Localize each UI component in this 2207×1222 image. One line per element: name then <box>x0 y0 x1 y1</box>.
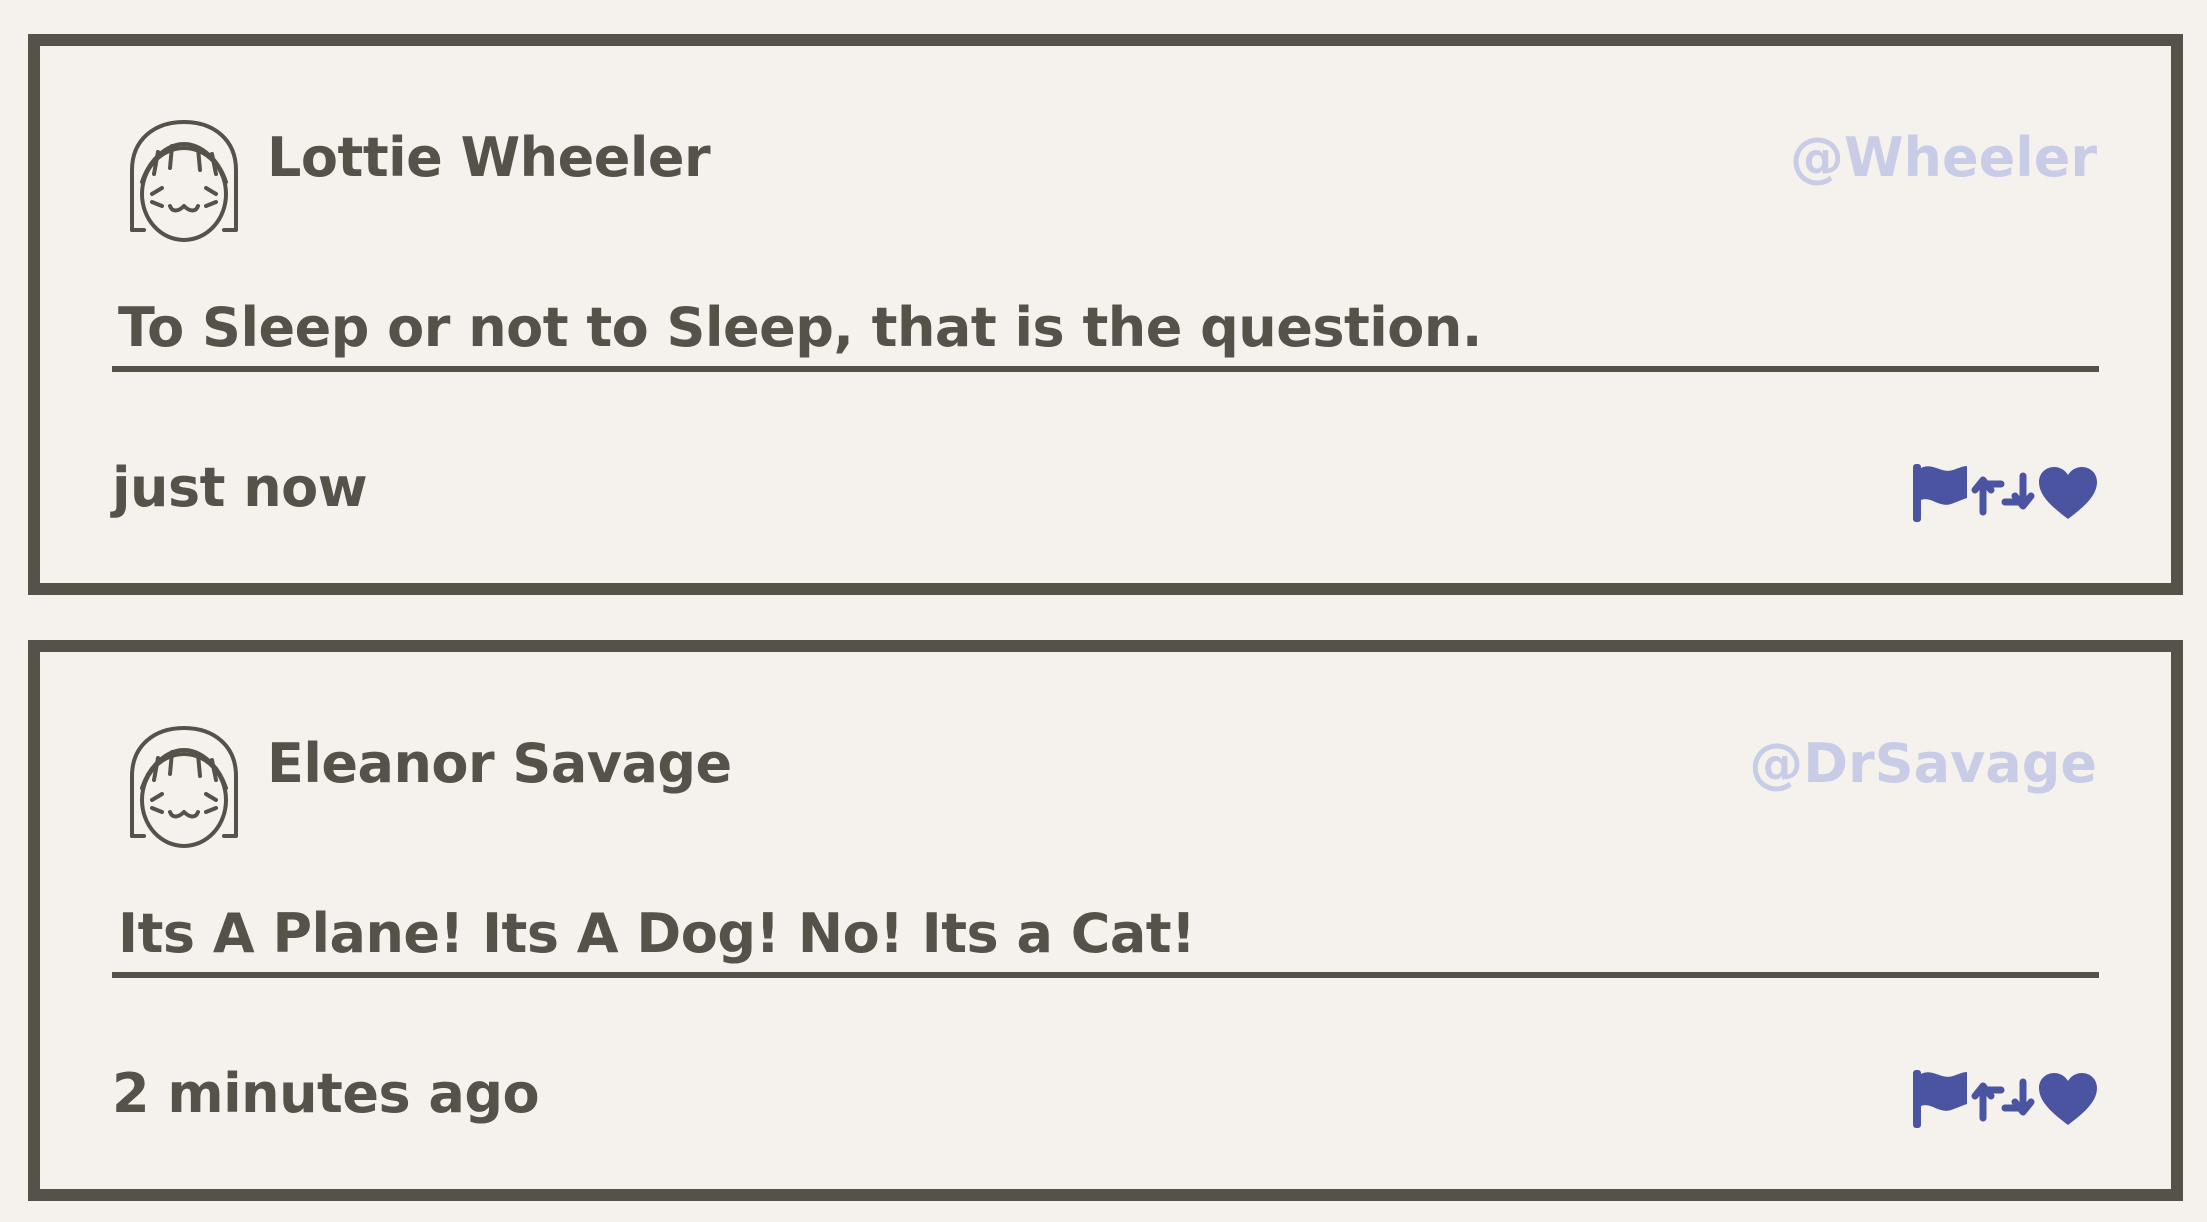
girl-face-icon <box>130 726 238 848</box>
retweet-icon <box>1971 472 2035 516</box>
display-name[interactable]: Eleanor Savage <box>267 732 732 795</box>
like-button[interactable] <box>2037 465 2099 521</box>
tweet-message-text: To Sleep or not to Sleep, that is the qu… <box>118 296 1482 359</box>
avatar[interactable] <box>128 118 240 244</box>
flag-button[interactable] <box>1911 462 1969 524</box>
tweet-feed: Lottie Wheeler @Wheeler To Sleep or not … <box>28 34 2183 1222</box>
tweet-message-text: Its A Plane! Its A Dog! No! Its a Cat! <box>118 902 1196 965</box>
tweet-timestamp: 2 minutes ago <box>112 1062 540 1125</box>
tweet-actions <box>1911 1064 2099 1134</box>
retweet-button[interactable] <box>1971 1074 2035 1124</box>
like-button[interactable] <box>2037 1071 2099 1127</box>
heart-icon <box>2039 1073 2097 1125</box>
user-handle[interactable]: @Wheeler <box>1790 126 2097 189</box>
flag-icon <box>1913 464 1967 522</box>
user-handle[interactable]: @DrSavage <box>1749 732 2097 795</box>
retweet-button[interactable] <box>1971 468 2035 518</box>
heart-icon <box>2039 467 2097 519</box>
girl-face-icon <box>130 120 238 242</box>
flag-icon <box>1913 1070 1967 1128</box>
display-name[interactable]: Lottie Wheeler <box>267 126 711 189</box>
tweet-message: To Sleep or not to Sleep, that is the qu… <box>112 296 2099 372</box>
tweet-card: Eleanor Savage @DrSavage Its A Plane! It… <box>28 640 2183 1201</box>
avatar[interactable] <box>128 724 240 850</box>
tweet-actions <box>1911 458 2099 528</box>
tweet-timestamp: just now <box>112 456 368 519</box>
tweet-message: Its A Plane! Its A Dog! No! Its a Cat! <box>112 902 2099 978</box>
tweet-card: Lottie Wheeler @Wheeler To Sleep or not … <box>28 34 2183 595</box>
retweet-icon <box>1971 1078 2035 1122</box>
flag-button[interactable] <box>1911 1068 1969 1130</box>
